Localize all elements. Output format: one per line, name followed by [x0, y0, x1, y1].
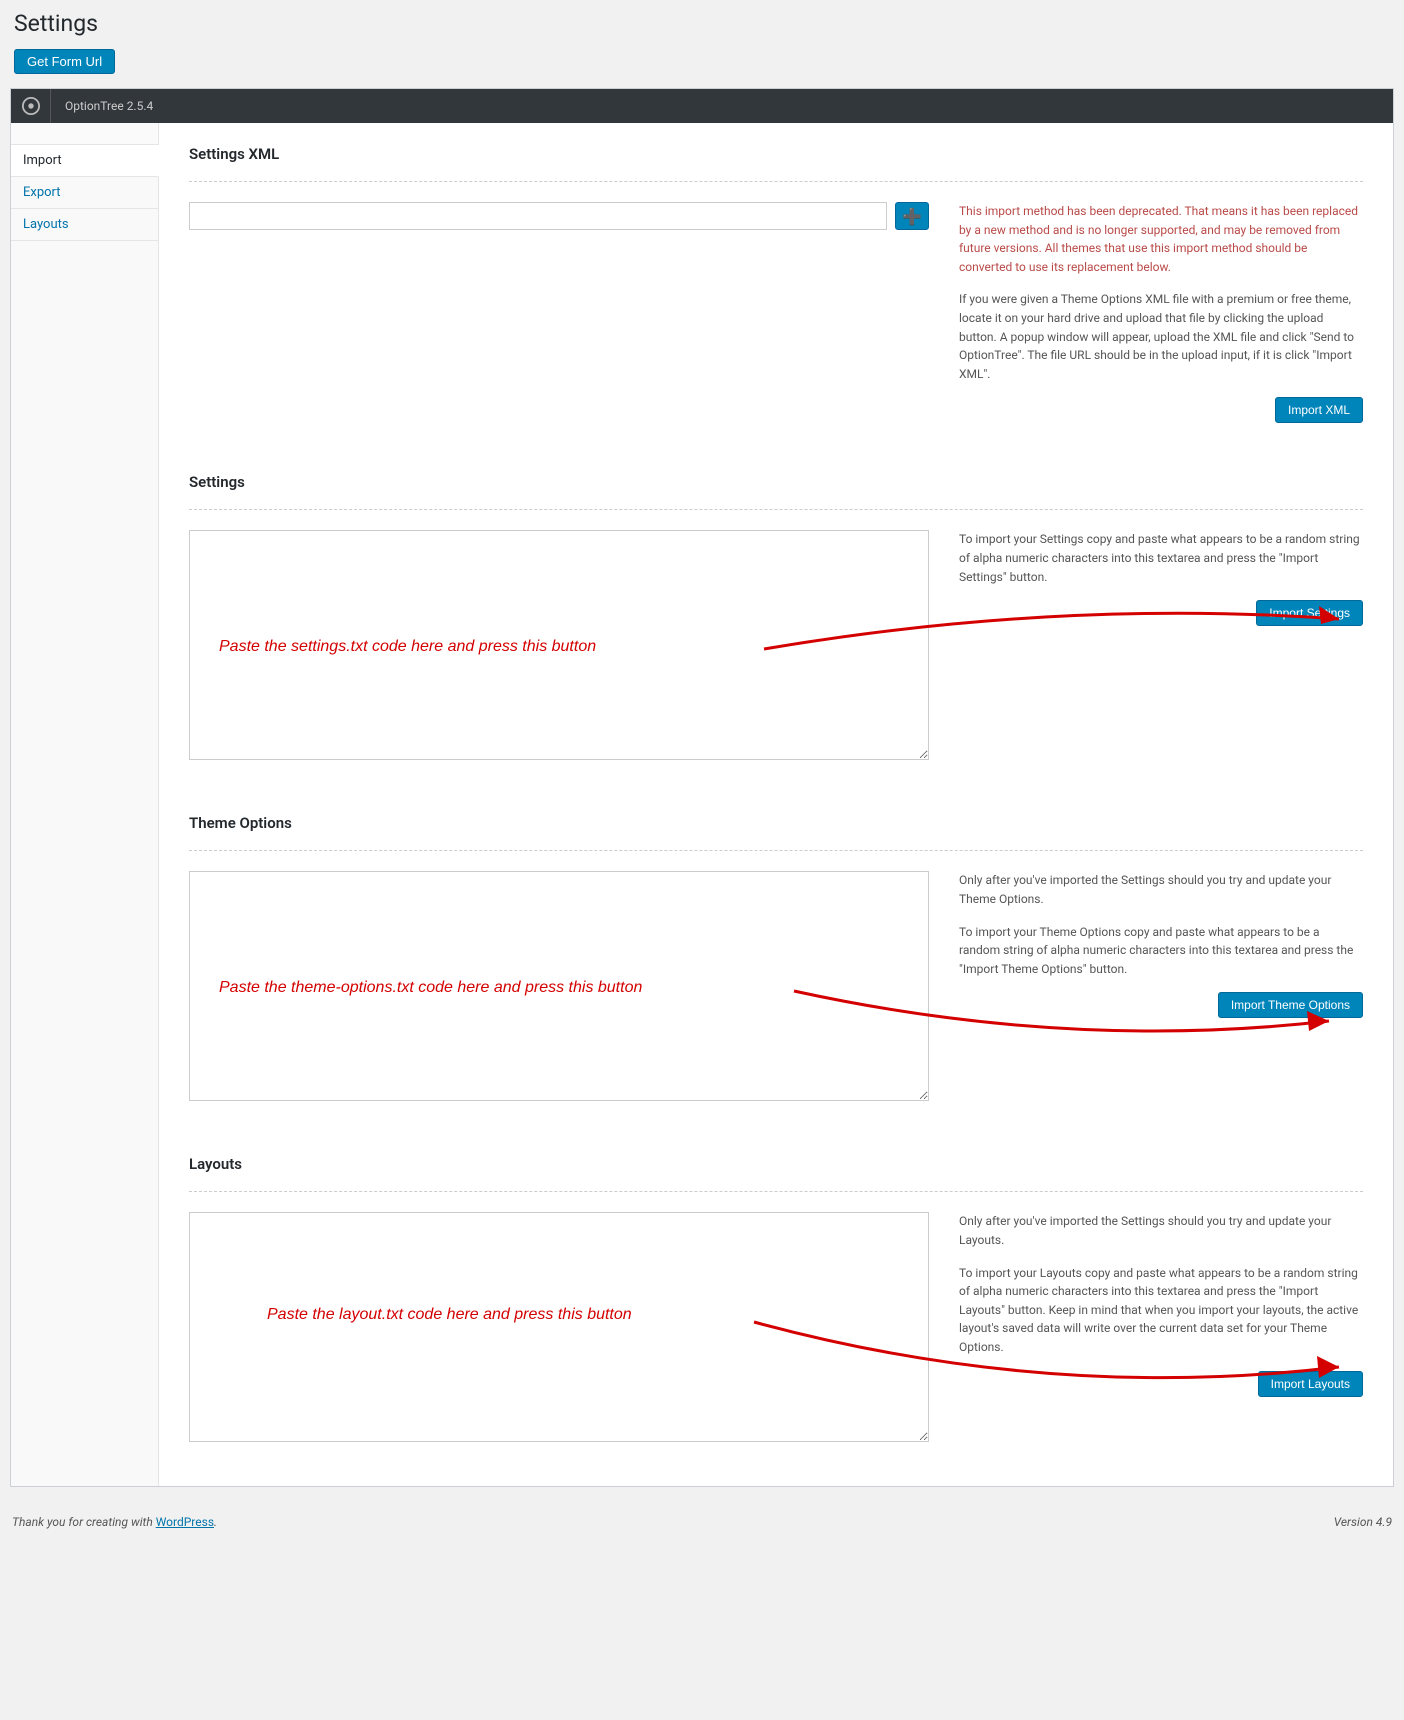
plus-icon: ➕ — [902, 207, 922, 226]
import-layouts-button[interactable]: Import Layouts — [1258, 1371, 1363, 1397]
section-title: Theme Options — [189, 814, 1363, 851]
section-layouts: Layouts Paste the layout.txt code here a… — [189, 1155, 1363, 1446]
footer-version: Version 4.9 — [1334, 1515, 1392, 1529]
get-form-url-button[interactable]: Get Form Url — [14, 49, 115, 74]
tab-import[interactable]: Import — [11, 145, 159, 177]
footer-credit-prefix: Thank you for creating with — [12, 1515, 156, 1529]
import-settings-button[interactable]: Import Settings — [1256, 600, 1363, 626]
xml-description: If you were given a Theme Options XML fi… — [959, 290, 1363, 383]
upload-button[interactable]: ➕ — [895, 202, 929, 230]
panel-header: OptionTree 2.5.4 — [11, 89, 1393, 123]
version-text: OptionTree 2.5.4 — [51, 99, 153, 113]
layouts-textarea[interactable] — [189, 1212, 929, 1442]
theme-description-1: Only after you've imported the Settings … — [959, 871, 1363, 908]
theme-description-2: To import your Theme Options copy and pa… — [959, 923, 1363, 979]
sidebar-tabs: Import Export Layouts — [11, 123, 159, 1486]
deprecation-warning: This import method has been deprecated. … — [959, 202, 1363, 276]
footer-credit: Thank you for creating with WordPress. — [12, 1515, 217, 1529]
import-theme-options-button[interactable]: Import Theme Options — [1218, 992, 1363, 1018]
section-title: Layouts — [189, 1155, 1363, 1192]
layouts-description-2: To import your Layouts copy and paste wh… — [959, 1264, 1363, 1357]
section-theme-options: Theme Options Paste the theme-options.tx… — [189, 814, 1363, 1105]
section-title: Settings XML — [189, 145, 1363, 182]
wordpress-link[interactable]: WordPress — [156, 1515, 214, 1529]
tab-export[interactable]: Export — [11, 177, 158, 209]
section-settings-xml: Settings XML ➕ This import method has — [189, 145, 1363, 423]
settings-textarea[interactable] — [189, 530, 929, 760]
settings-panel: OptionTree 2.5.4 Import Export Layouts S… — [10, 88, 1394, 1487]
layouts-description-1: Only after you've imported the Settings … — [959, 1212, 1363, 1249]
tabs-spacer — [11, 123, 158, 145]
footer-credit-suffix: . — [214, 1515, 217, 1529]
xml-url-input[interactable] — [189, 202, 887, 230]
tab-layouts[interactable]: Layouts — [11, 209, 158, 241]
section-settings: Settings Paste the settings.txt code her… — [189, 473, 1363, 764]
import-xml-button[interactable]: Import XML — [1275, 397, 1363, 423]
panel-content: Settings XML ➕ This import method has — [159, 123, 1393, 1486]
optiontree-logo-icon — [11, 89, 51, 123]
settings-description: To import your Settings copy and paste w… — [959, 530, 1363, 586]
page-title: Settings — [14, 10, 1394, 37]
section-title: Settings — [189, 473, 1363, 510]
theme-options-textarea[interactable] — [189, 871, 929, 1101]
footer: Thank you for creating with WordPress. V… — [0, 1507, 1404, 1547]
